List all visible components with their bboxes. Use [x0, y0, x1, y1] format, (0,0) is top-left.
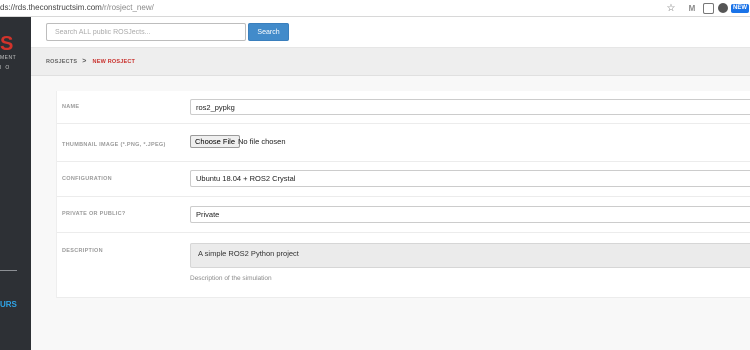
- logo-subtitle: MENT: [0, 55, 17, 61]
- logo-subtitle-2: IO: [0, 65, 14, 71]
- choose-file-button[interactable]: Choose File: [190, 135, 241, 148]
- form-row-description: DESCRIPTION A simple ROS2 Python project…: [57, 233, 750, 298]
- sidebar-divider: [0, 270, 17, 271]
- zoom-icon[interactable]: [718, 2, 728, 14]
- new-badge-label: NEW: [731, 3, 749, 13]
- sidebar: S MENT IO URS: [0, 17, 31, 350]
- sidebar-item-courses[interactable]: URS: [0, 300, 17, 309]
- description-help: Description of the simulation: [190, 275, 272, 282]
- visibility-select[interactable]: Private: [190, 206, 750, 223]
- visibility-label: PRIVATE OR PUBLIC?: [62, 211, 126, 217]
- file-status: No file chosen: [238, 137, 286, 146]
- extension-icon[interactable]: [703, 2, 714, 14]
- top-header: Search: [31, 17, 750, 48]
- search-input[interactable]: [46, 23, 246, 41]
- description-textarea[interactable]: A simple ROS2 Python project: [190, 243, 750, 268]
- form-row-configuration: CONFIGURATION Ubuntu 18.04 + ROS2 Crysta…: [57, 162, 750, 197]
- url-host: ds://rds.theconstructsim.com: [0, 3, 102, 12]
- chevron-right-icon: >: [82, 58, 87, 65]
- configuration-select[interactable]: Ubuntu 18.04 + ROS2 Crystal: [190, 170, 750, 187]
- search-button[interactable]: Search: [248, 23, 289, 41]
- new-badge-icon[interactable]: NEW: [731, 2, 749, 14]
- logo-fragment[interactable]: S: [0, 33, 13, 56]
- main-content: NAME THUMBNAIL IMAGE (*.PNG, *.JPEG) Cho…: [31, 76, 750, 350]
- breadcrumb-rosjects-link[interactable]: ROSJECTS: [46, 59, 77, 65]
- breadcrumb-current: NEW ROSJECT: [92, 58, 136, 65]
- url-text[interactable]: ds://rds.theconstructsim.com/r/rosject_n…: [0, 3, 154, 12]
- browser-address-bar[interactable]: ds://rds.theconstructsim.com/r/rosject_n…: [0, 0, 750, 17]
- form-row-visibility: PRIVATE OR PUBLIC? Private: [57, 197, 750, 233]
- description-group: A simple ROS2 Python project Description…: [57, 243, 750, 293]
- form-row-thumbnail-input: Choose File No file chosen: [57, 124, 750, 162]
- star-icon[interactable]: ☆: [665, 2, 677, 14]
- new-rosject-form: NAME THUMBNAIL IMAGE (*.PNG, *.JPEG) Cho…: [56, 91, 750, 298]
- url-path: /r/rosject_new/: [101, 3, 154, 12]
- configuration-label: CONFIGURATION: [62, 176, 112, 182]
- gmail-icon[interactable]: M: [686, 2, 698, 14]
- breadcrumb: ROSJECTS > NEW ROSJECT: [31, 48, 750, 76]
